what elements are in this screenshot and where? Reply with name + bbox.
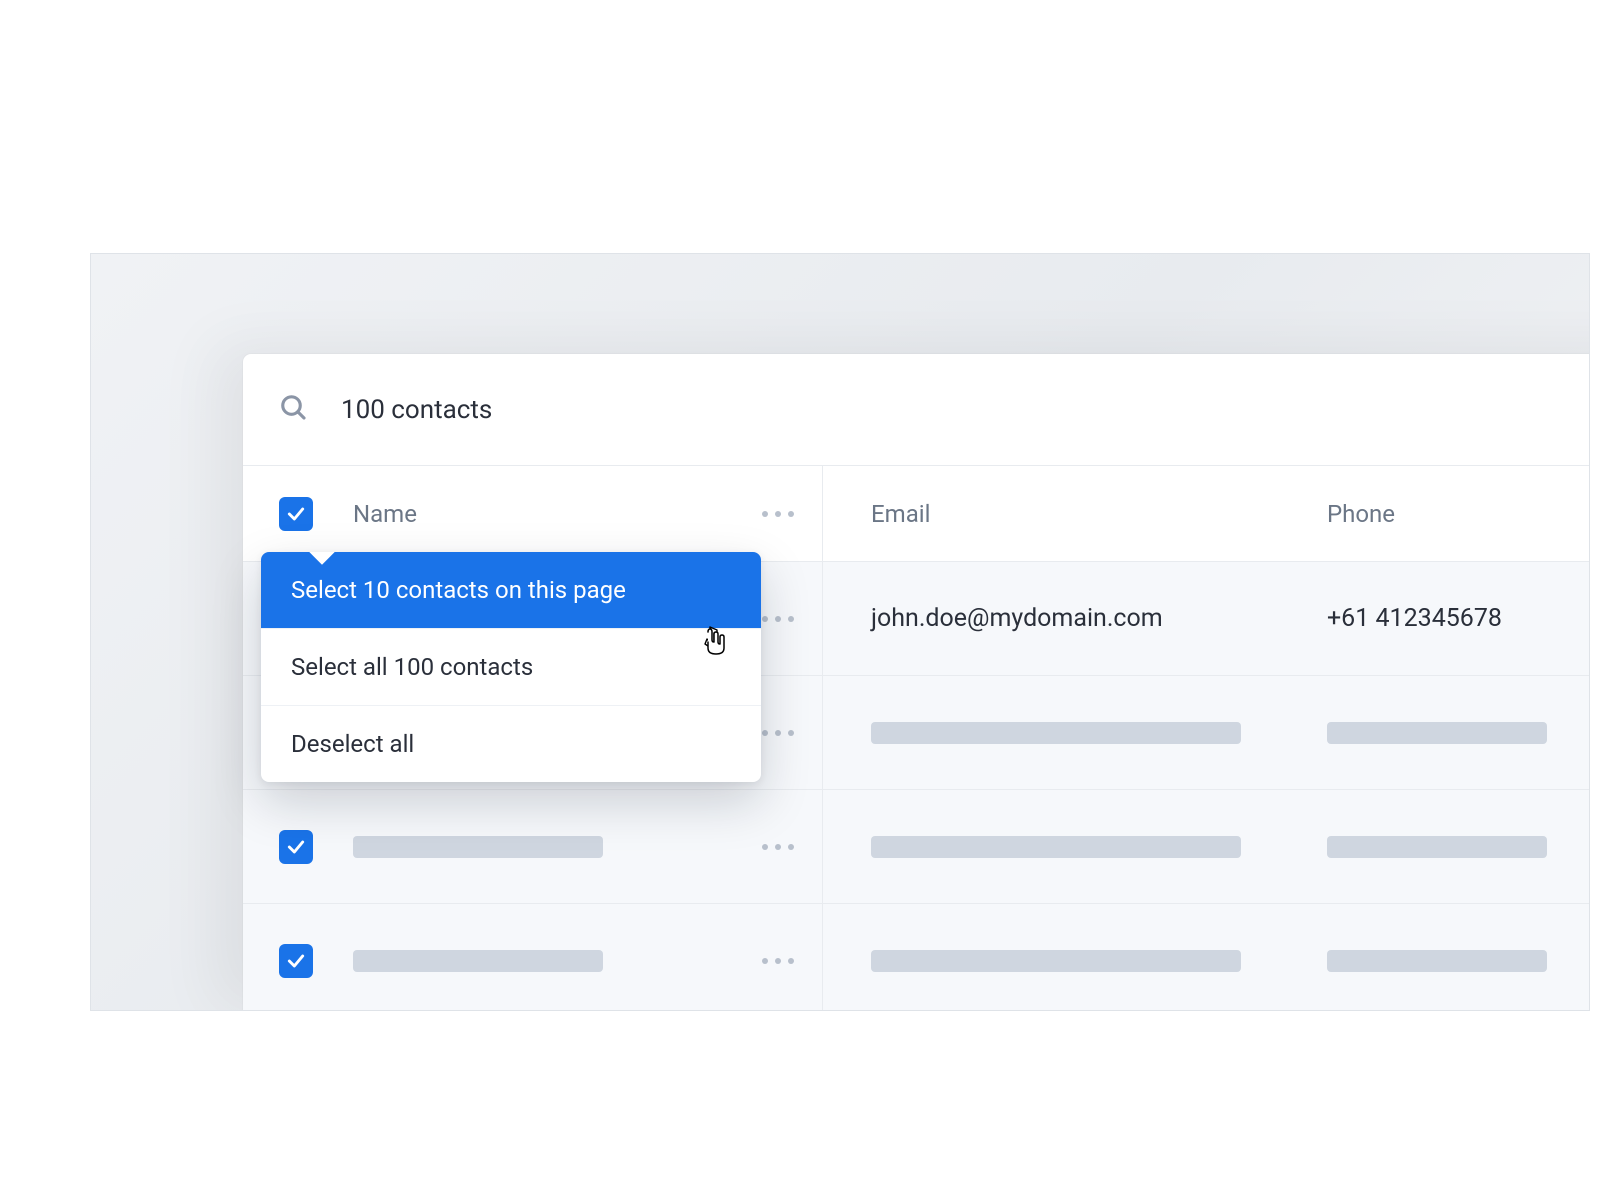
- row-options-icon[interactable]: [762, 616, 794, 622]
- row-email-cell: [823, 836, 1303, 858]
- placeholder-bar: [353, 950, 603, 972]
- row-phone-cell: +61 412345678: [1303, 604, 1502, 633]
- table-row[interactable]: [243, 790, 1590, 904]
- search-icon[interactable]: [279, 393, 309, 427]
- app-frame: 100 contacts Name Email Phone: [90, 253, 1590, 1011]
- row-checkbox[interactable]: [279, 944, 313, 978]
- row-options-icon[interactable]: [762, 844, 794, 850]
- search-bar: 100 contacts: [243, 354, 1590, 466]
- row-email-cell: john.doe@mydomain.com: [823, 604, 1303, 633]
- row-name-cell: [243, 904, 823, 1011]
- select-all-option[interactable]: Select all 100 contacts: [261, 629, 761, 706]
- placeholder-bar: [1327, 722, 1547, 744]
- table-header: Name Email Phone: [243, 466, 1590, 562]
- column-header-phone[interactable]: Phone: [1303, 500, 1395, 528]
- placeholder-bar: [871, 722, 1241, 744]
- column-header-email[interactable]: Email: [823, 500, 1303, 528]
- deselect-all-option[interactable]: Deselect all: [261, 706, 761, 782]
- row-phone-cell: [1303, 836, 1547, 858]
- row-options-icon[interactable]: [762, 730, 794, 736]
- row-options-icon[interactable]: [762, 958, 794, 964]
- row-email-cell: [823, 722, 1303, 744]
- select-page-option[interactable]: Select 10 contacts on this page: [261, 552, 761, 629]
- placeholder-bar: [1327, 836, 1547, 858]
- placeholder-bar: [871, 950, 1241, 972]
- placeholder-bar: [353, 836, 603, 858]
- row-email-cell: [823, 950, 1303, 972]
- row-phone-cell: [1303, 722, 1547, 744]
- placeholder-bar: [871, 836, 1241, 858]
- selection-dropdown: Select 10 contacts on this page Select a…: [261, 552, 761, 782]
- row-checkbox[interactable]: [279, 830, 313, 864]
- contact-count-label: 100 contacts: [341, 395, 492, 425]
- row-name-cell: [243, 790, 823, 903]
- placeholder-bar: [1327, 950, 1547, 972]
- table-row[interactable]: [243, 904, 1590, 1011]
- column-name: Name: [243, 466, 823, 561]
- select-all-checkbox[interactable]: [279, 497, 313, 531]
- column-options-icon[interactable]: [762, 511, 794, 517]
- row-phone-cell: [1303, 950, 1547, 972]
- column-header-name[interactable]: Name: [353, 500, 417, 528]
